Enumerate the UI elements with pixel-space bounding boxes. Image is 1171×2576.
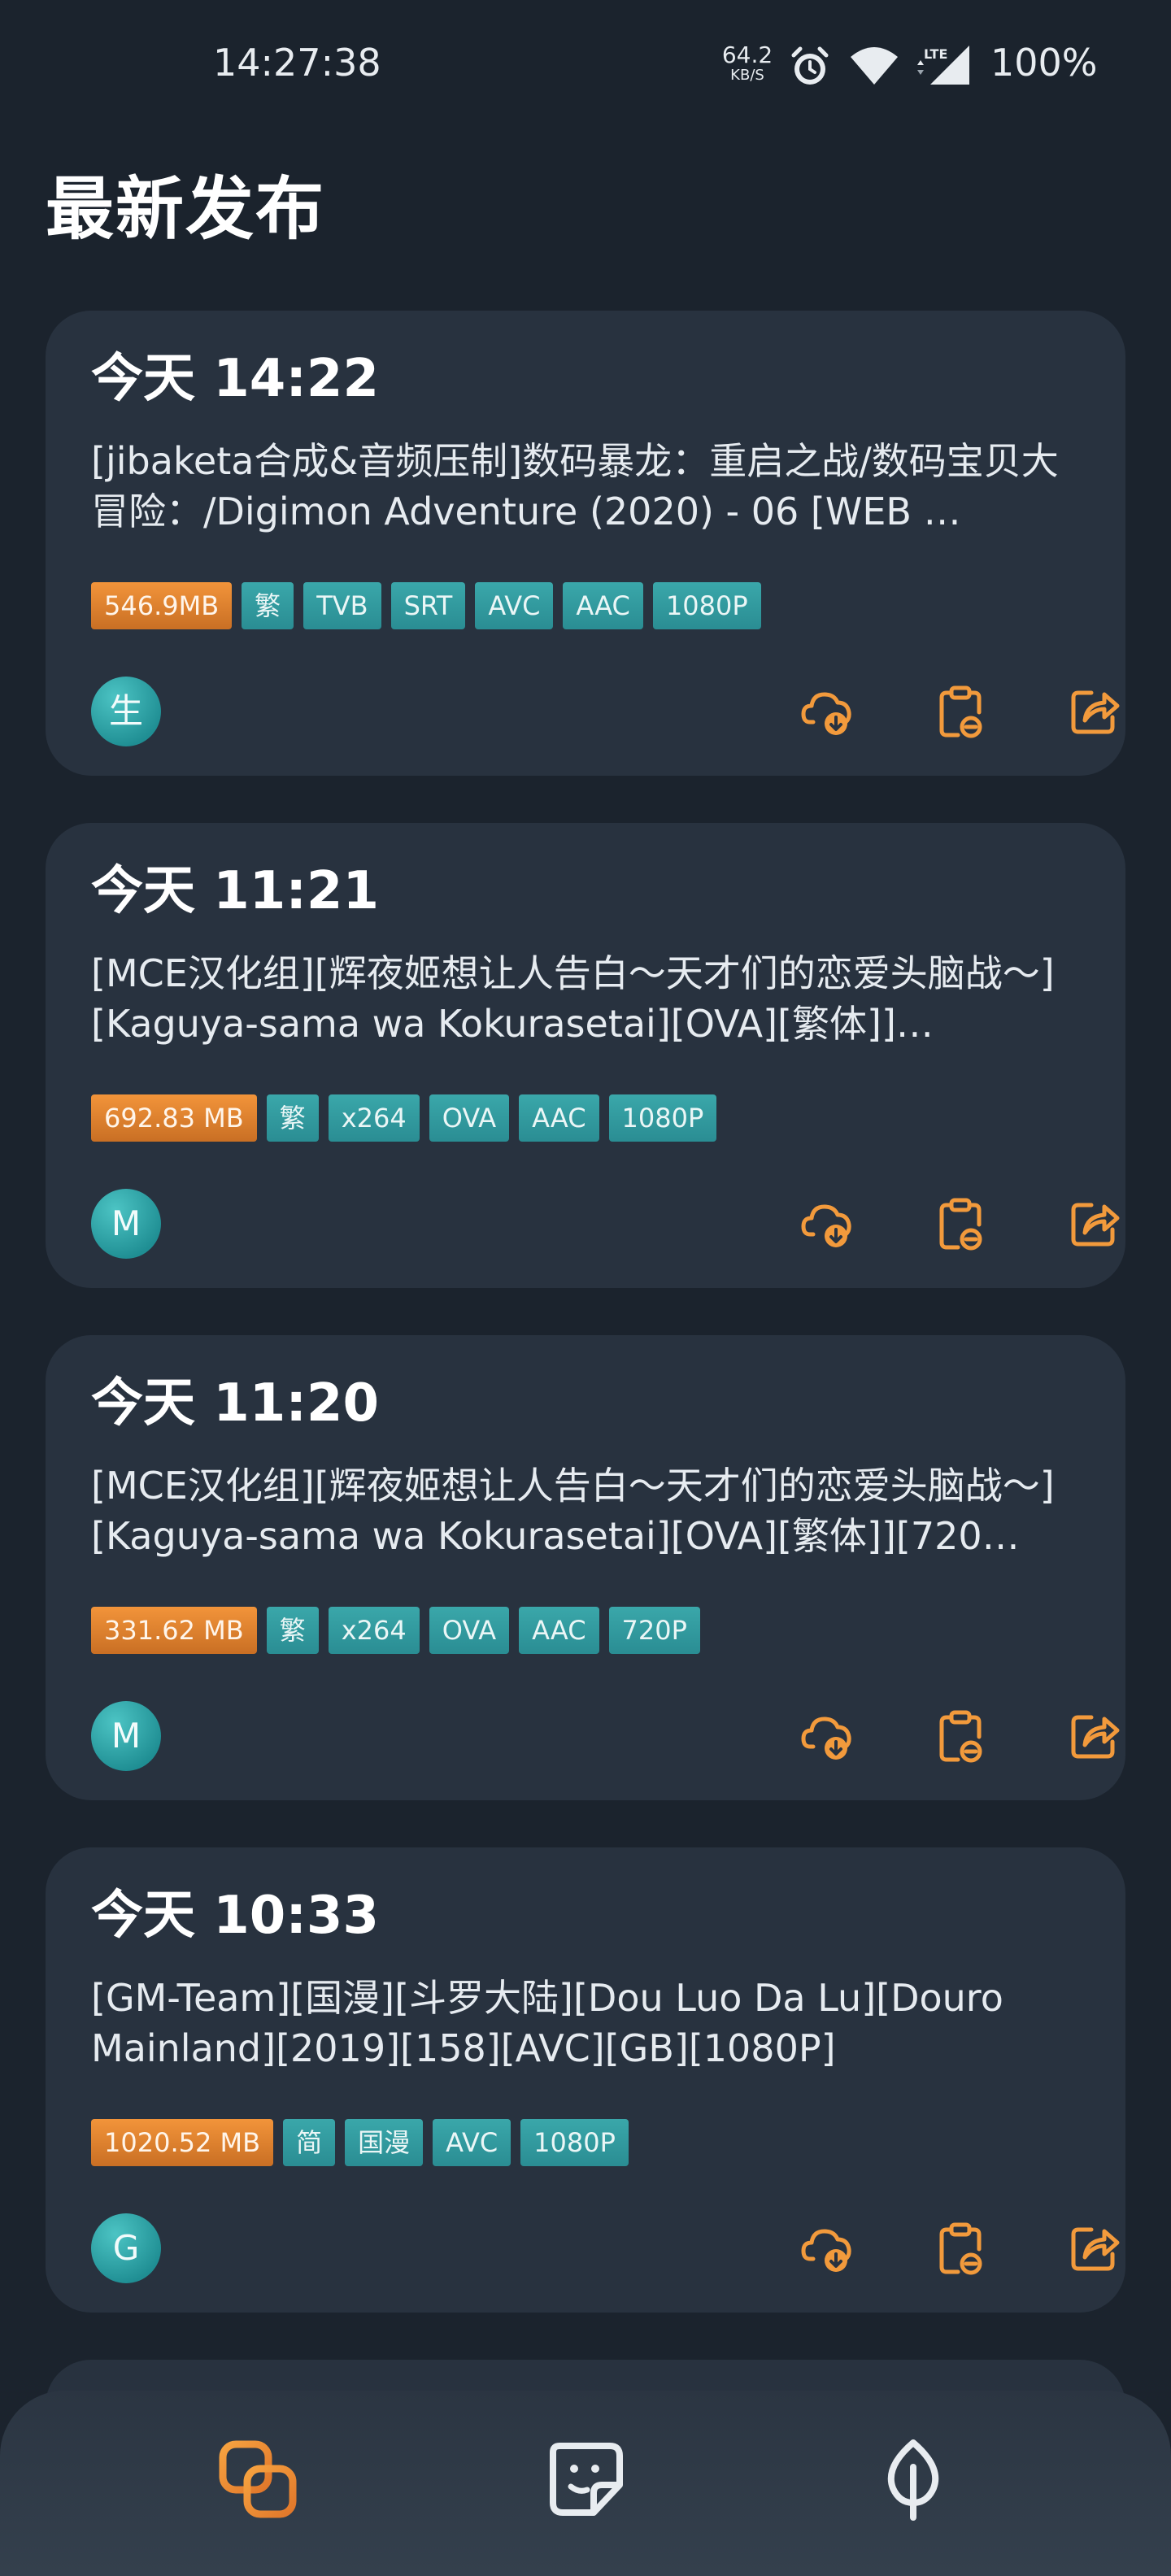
release-card[interactable]: 今天 14:22 [jibaketa合成&音频压制]数码暴龙：重启之战/数码宝贝大…	[46, 311, 1125, 776]
copy-link-button[interactable]	[934, 1197, 987, 1251]
nav-sticker-face-icon[interactable]	[542, 2435, 631, 2524]
tag-badge: AVC	[433, 2119, 511, 2166]
clipboard-link-icon	[939, 2222, 982, 2275]
file-size-badge: 1020.52 MB	[91, 2119, 274, 2166]
avatar[interactable]: G	[91, 2213, 161, 2283]
release-title[interactable]: [jibaketa合成&音频压制]数码暴龙：重启之战/数码宝贝大冒险：/Digi…	[91, 436, 1080, 537]
battery-level: 100%	[990, 41, 1098, 85]
tag-badge: 1080P	[652, 582, 761, 629]
network-speed-value: 64.2	[721, 41, 773, 68]
tag-badge: AAC	[563, 582, 643, 629]
status-time: 14:27:38	[213, 41, 381, 85]
avatar[interactable]: 生	[91, 677, 161, 746]
cloud-download-icon	[801, 1717, 851, 1760]
download-button[interactable]	[800, 1197, 854, 1251]
download-button[interactable]	[800, 2221, 854, 2275]
tag-badge: TVB	[303, 582, 381, 629]
release-title[interactable]: [MCE汉化组][辉夜姬想让人告白～天才们的恋爱头脑战～][Kaguya-sam…	[91, 1460, 1080, 1561]
file-size-badge: 692.83 MB	[91, 1094, 257, 1142]
nav-leaf-icon[interactable]	[868, 2435, 958, 2524]
clipboard-link-icon	[939, 685, 982, 738]
download-button[interactable]	[800, 1709, 854, 1763]
tag-badge: 1080P	[520, 2119, 629, 2166]
tag-badge: 720P	[608, 1607, 700, 1654]
release-feed[interactable]: 今天 14:22 [jibaketa合成&音频压制]数码暴龙：重启之战/数码宝贝大…	[46, 311, 1125, 2569]
release-time: 今天 10:33	[91, 1886, 379, 1946]
release-title[interactable]: [GM-Team][国漫][斗罗大陆][Dou Luo Da Lu][Douro…	[91, 1973, 1080, 2073]
svg-text:LTE: LTE	[924, 46, 947, 62]
cloud-download-icon	[801, 692, 851, 735]
tag-badge: 繁	[266, 1607, 319, 1654]
tag-list: 331.62 MB 繁 x264 OVA AAC 720P	[91, 1607, 1080, 1654]
download-button[interactable]	[800, 685, 854, 738]
share-button[interactable]	[1067, 685, 1121, 738]
file-size-badge: 331.62 MB	[91, 1607, 257, 1654]
card-footer: M	[91, 1187, 1120, 1259]
release-time: 今天 11:20	[91, 1373, 379, 1434]
release-title[interactable]: [MCE汉化组][辉夜姬想让人告白～天才们的恋爱头脑战～][Kaguya-sam…	[91, 948, 1080, 1049]
clipboard-link-icon	[939, 1198, 982, 1251]
share-button[interactable]	[1067, 2221, 1121, 2275]
copy-link-button[interactable]	[934, 2221, 987, 2275]
tag-badge: OVA	[429, 1607, 510, 1654]
card-footer: M	[91, 1699, 1120, 1771]
tag-badge: x264	[328, 1607, 420, 1654]
tag-badge: 1080P	[608, 1094, 717, 1142]
tag-badge: OVA	[429, 1094, 510, 1142]
nav-linked-squares-icon[interactable]	[213, 2435, 303, 2524]
page-title: 最新发布	[46, 169, 326, 249]
lte-signal-icon: LTE	[917, 46, 969, 85]
network-speed: 64.2 KB/S	[719, 44, 776, 83]
clipboard-link-icon	[939, 1710, 982, 1763]
cloud-download-icon	[801, 1204, 851, 1247]
tag-list: 1020.52 MB 简国漫 AVC 1080P	[91, 2119, 1080, 2166]
release-card[interactable]: 今天 10:33 [GM-Team][国漫][斗罗大陆][Dou Luo Da L…	[46, 1847, 1125, 2313]
file-size-badge: 546.9MB	[91, 582, 233, 629]
tag-list: 546.9MB 繁 TVB SRT AVC AAC 1080P	[91, 582, 1080, 629]
copy-link-button[interactable]	[934, 685, 987, 738]
tag-badge: 国漫	[345, 2119, 424, 2166]
screen: 14:27:38 64.2 KB/S LTE 100% 最新发布 今天 14:2…	[0, 0, 1171, 2576]
tag-badge: 繁	[242, 582, 294, 629]
avatar[interactable]: M	[91, 1189, 161, 1259]
cloud-download-icon	[801, 2229, 851, 2272]
share-icon	[1071, 2227, 1120, 2271]
tag-list: 692.83 MB 繁 x264 OVA AAC 1080P	[91, 1094, 1080, 1142]
tag-badge: AAC	[519, 1094, 599, 1142]
tag-badge: 繁	[266, 1094, 319, 1142]
tag-badge: 简	[283, 2119, 336, 2166]
card-footer: 生	[91, 675, 1120, 746]
release-card[interactable]: 今天 11:20 [MCE汉化组][辉夜姬想让人告白～天才们的恋爱头脑战～][Ka…	[46, 1335, 1125, 1800]
release-card[interactable]: 今天 11:21 [MCE汉化组][辉夜姬想让人告白～天才们的恋爱头脑战～][Ka…	[46, 823, 1125, 1288]
share-icon	[1071, 1715, 1120, 1759]
card-footer: G	[91, 2212, 1120, 2283]
release-time: 今天 14:22	[91, 349, 379, 409]
share-button[interactable]	[1067, 1197, 1121, 1251]
wifi-icon	[851, 47, 898, 85]
tag-badge: SRT	[390, 582, 466, 629]
tag-badge: AAC	[519, 1607, 599, 1654]
tag-badge: x264	[328, 1094, 420, 1142]
share-icon	[1071, 1203, 1120, 1247]
status-bar: 14:27:38 64.2 KB/S LTE 100%	[0, 0, 1171, 130]
tag-badge: AVC	[475, 582, 554, 629]
avatar[interactable]: M	[91, 1701, 161, 1771]
network-speed-unit: KB/S	[730, 67, 764, 84]
share-button[interactable]	[1067, 1709, 1121, 1763]
release-time: 今天 11:21	[91, 861, 379, 921]
copy-link-button[interactable]	[934, 1709, 987, 1763]
share-icon	[1071, 690, 1120, 734]
alarm-icon	[791, 46, 829, 85]
bottom-navigation	[0, 2391, 1171, 2576]
